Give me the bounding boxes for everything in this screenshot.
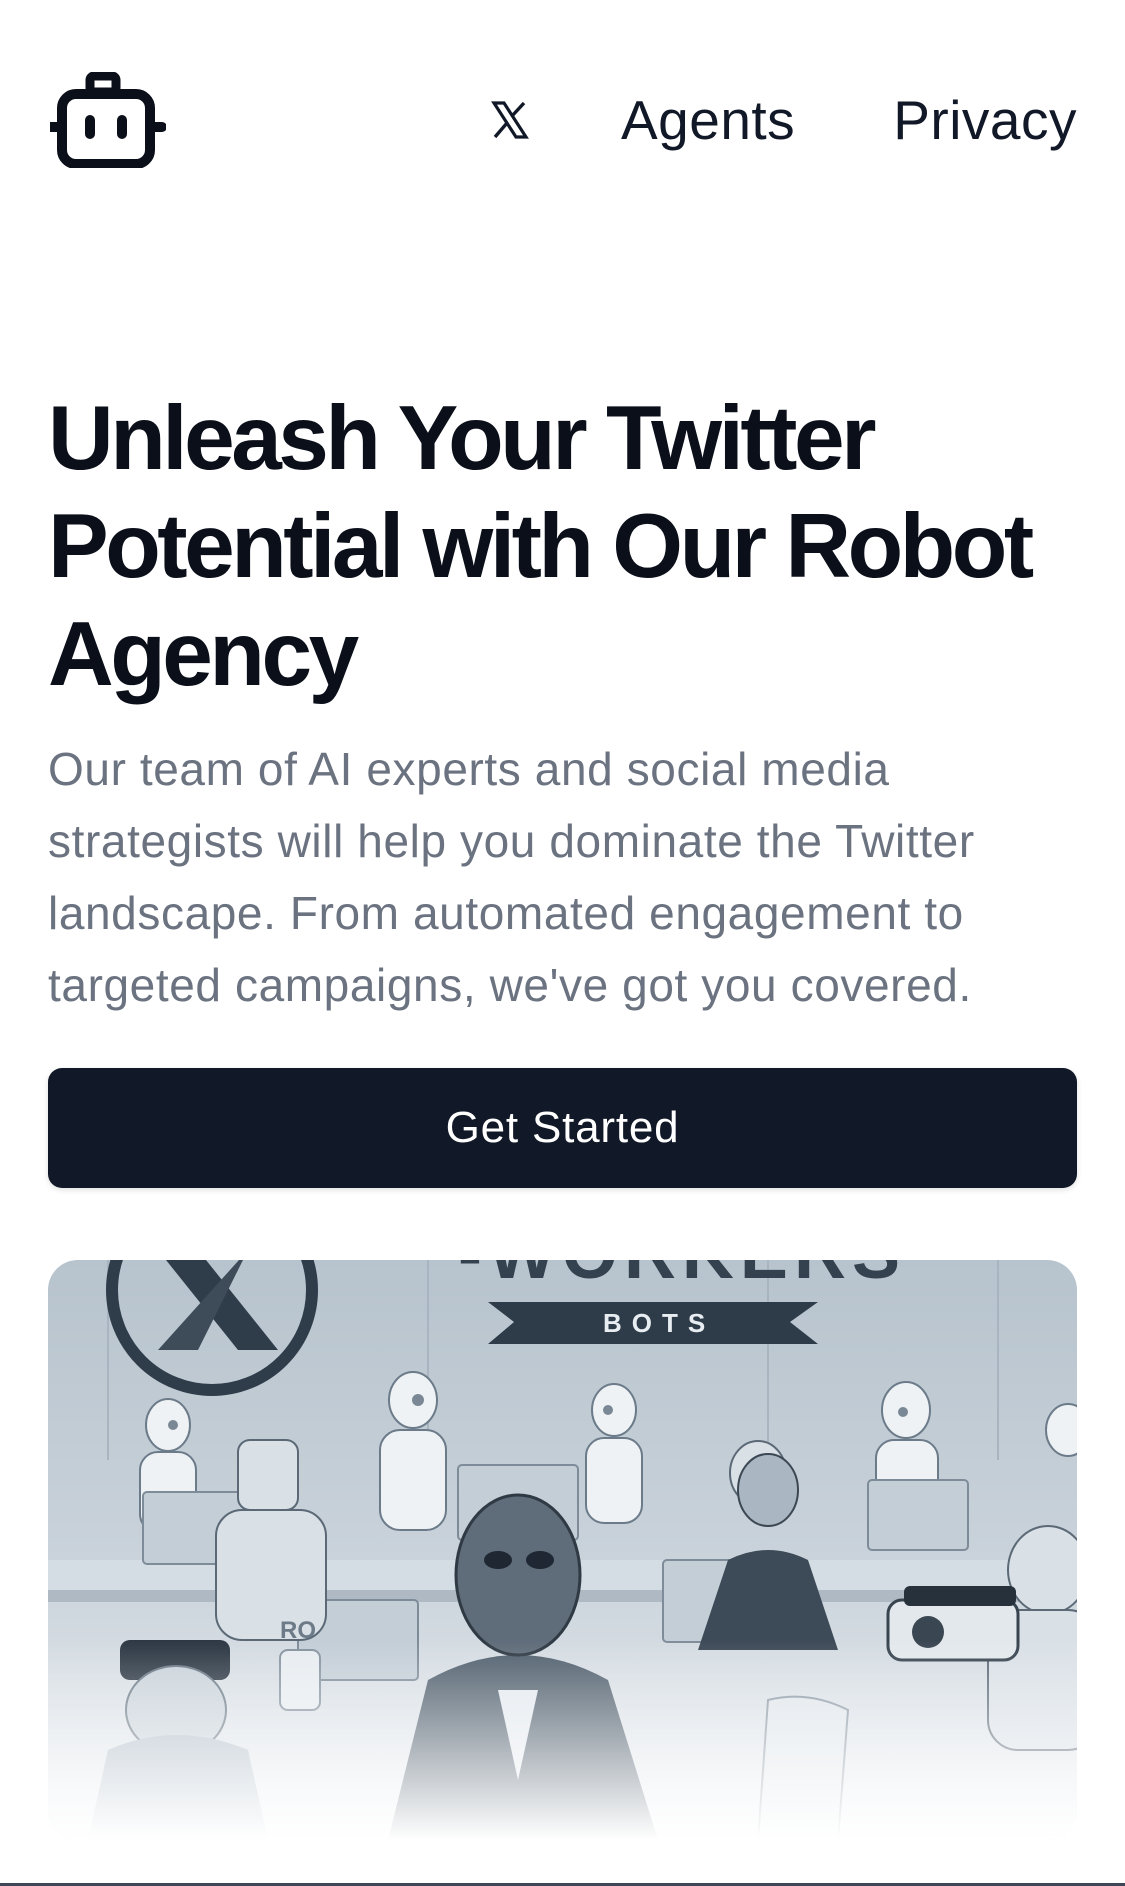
- nav-link-agents[interactable]: Agents: [621, 88, 795, 152]
- hero-title: Unleash Your Twitter Potential with Our …: [48, 388, 1034, 705]
- image-fade-overlay: [48, 1640, 1077, 1840]
- x-logo-icon[interactable]: [485, 95, 535, 145]
- get-started-button[interactable]: Get Started: [48, 1068, 1077, 1188]
- sign-text: -WORKERS: [458, 1260, 906, 1294]
- nav-links: Agents Privacy: [485, 82, 1077, 158]
- banner-text: BOTS: [603, 1308, 715, 1338]
- nav-link-privacy[interactable]: Privacy: [893, 88, 1077, 152]
- hero-image: -WORKERS BOTS: [48, 1260, 1077, 1840]
- navbar: Agents Privacy: [0, 0, 1125, 240]
- robot-logo-icon[interactable]: [45, 71, 167, 169]
- hero-description: Our team of AI experts and social media …: [48, 743, 975, 1011]
